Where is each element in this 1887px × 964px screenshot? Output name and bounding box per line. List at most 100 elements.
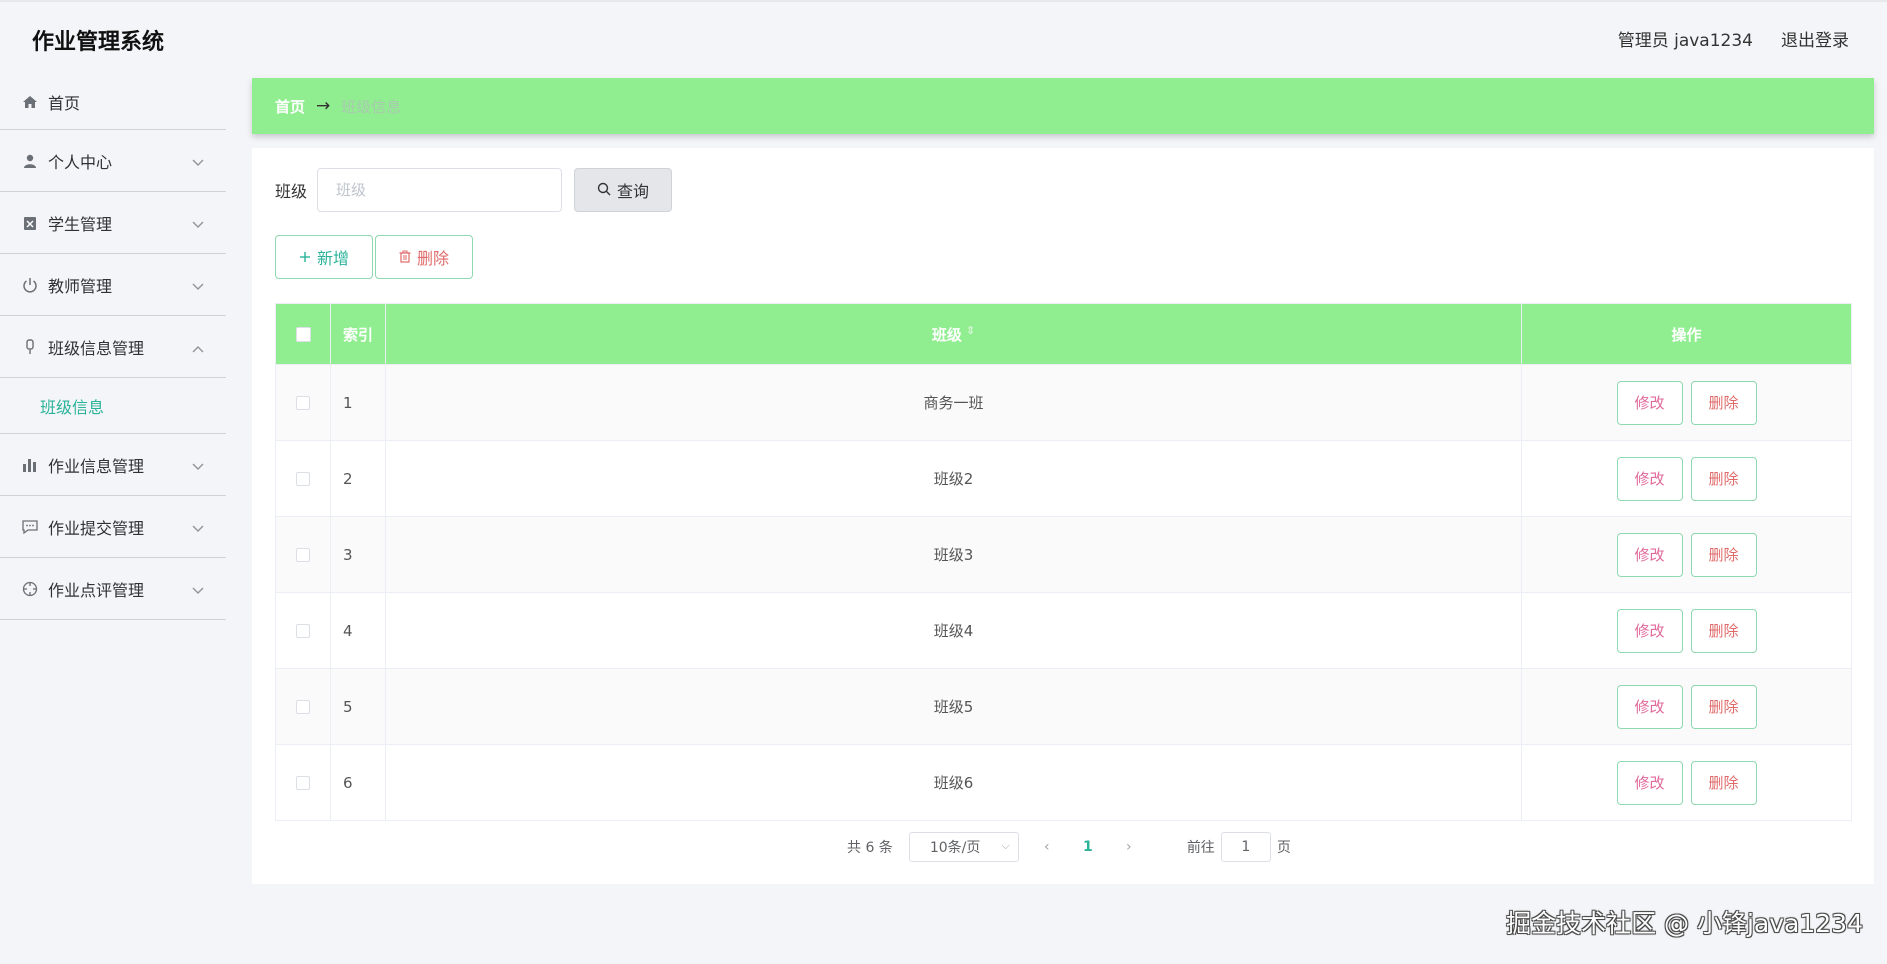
user-label[interactable]: 管理员 java1234 [1618,26,1753,51]
prev-page-button[interactable]: ‹ [1029,839,1065,855]
row-checkbox-cell [276,517,331,592]
delete-button[interactable]: 删除 [1690,532,1757,577]
goto-suffix: 页 [1276,840,1291,856]
row-actions: 修改 删除 [1522,669,1851,744]
row-actions: 修改 删除 [1522,517,1851,592]
sidebar-item-homework-review[interactable]: 作业点评管理 [0,558,226,620]
logout-link[interactable]: 退出登录 [1781,26,1849,51]
breadcrumb: 首页 → 班级信息 [252,78,1874,134]
sidebar-item-homework-submit[interactable]: 作业提交管理 [0,496,226,558]
sort-icon[interactable]: ⇕ [966,324,975,337]
table-row: 1 商务一班 修改 删除 [276,364,1851,440]
table-row: 2 班级2 修改 删除 [276,440,1851,516]
row-actions: 修改 删除 [1522,441,1851,516]
row-class-name: 班级3 [386,517,1522,592]
chevron-down-icon [192,276,204,295]
sidebar-item-teachers[interactable]: 教师管理 [0,254,226,316]
row-class-name: 班级5 [386,669,1522,744]
delete-button[interactable]: 删除 [1690,760,1757,805]
select-all-checkbox[interactable] [295,326,311,342]
action-row: 新增 删除 [275,235,473,279]
column-header-actions: 操作 [1671,325,1702,344]
bar-chart-icon [22,457,38,473]
row-actions: 修改 删除 [1522,365,1851,440]
chevron-down-icon: ⌵ [1001,839,1010,852]
power-icon [22,277,38,293]
edit-button[interactable]: 修改 [1616,684,1683,729]
search-input[interactable] [317,168,563,212]
pagination-total: 共 6 条 [847,840,893,856]
sidebar-item-students[interactable]: 学生管理 [0,192,226,254]
delete-button[interactable]: 删除 [1690,456,1757,501]
row-checkbox[interactable] [296,395,310,410]
next-page-button[interactable]: › [1111,839,1147,855]
chat-icon [22,519,38,535]
app-title: 作业管理系统 [32,30,165,55]
row-class-name: 班级6 [386,745,1522,820]
row-class-name: 商务一班 [386,365,1522,440]
sidebar-item-label: 个人中心 [48,152,113,172]
table-row: 4 班级4 修改 删除 [276,592,1851,668]
edit-button[interactable]: 修改 [1616,532,1683,577]
delete-button[interactable]: 删除 [1690,380,1757,425]
add-button-label: 新增 [316,249,349,268]
row-checkbox[interactable] [296,623,310,638]
search-label: 班级 [275,182,308,201]
breadcrumb-home[interactable]: 首页 [275,96,305,117]
row-checkbox[interactable] [296,775,310,790]
page-size-select[interactable]: 10条/页 ⌵ [908,832,1019,862]
table-body: 1 商务一班 修改 删除 2 班级2 修改 删除 3 班级3 修改 删除 4 班… [276,364,1851,820]
chevron-down-icon [192,214,204,233]
sidebar-item-home[interactable]: 首页 [0,74,226,130]
column-header-class[interactable]: 班级 ⇕ [386,304,1522,364]
delete-button[interactable]: 删除 [1690,608,1757,653]
row-checkbox-cell [276,745,331,820]
batch-delete-button[interactable]: 删除 [375,235,473,279]
edit-button[interactable]: 修改 [1616,456,1683,501]
row-index: 5 [331,669,386,744]
row-checkbox-cell [276,441,331,516]
row-checkbox-cell [276,365,331,440]
sidebar-item-profile[interactable]: 个人中心 [0,130,226,192]
sidebar-item-label: 作业提交管理 [48,518,145,538]
top-right-menu: 管理员 java1234 退出登录 [1618,26,1849,51]
page-number-current[interactable]: 1 [1075,839,1101,855]
delete-button[interactable]: 删除 [1690,684,1757,729]
sidebar-item-class-management[interactable]: 班级信息管理 [0,316,226,378]
microphone-icon [22,338,38,355]
top-bar: 作业管理系统 管理员 java1234 退出登录 [0,0,1887,74]
goto-prefix: 前往 [1186,840,1215,856]
plus-icon [299,248,311,267]
sidebar: 首页 个人中心 学生管理 教师管理 班级信息管理 班级信息 作业信息管理 作业提… [0,74,226,620]
row-checkbox[interactable] [296,547,310,562]
chevron-down-icon [192,518,204,537]
batch-delete-label: 删除 [416,249,449,268]
add-button[interactable]: 新增 [275,235,373,279]
row-checkbox[interactable] [296,471,310,486]
table-row: 6 班级6 修改 删除 [276,744,1851,820]
column-header-class-label: 班级 [931,326,962,344]
pagination: 共 6 条 10条/页 ⌵ ‹ 1 › 前往 页 [847,832,1291,862]
query-button[interactable]: 查询 [574,168,673,212]
query-button-label: 查询 [617,182,650,201]
watermark: 掘金技术社区 @ 小锋java1234 [1506,909,1863,938]
row-index: 4 [331,593,386,668]
class-table: 索引 班级 ⇕ 操作 1 商务一班 修改 删除 2 班级2 修改 删除 3 班级… [275,303,1852,821]
breadcrumb-current: 班级信息 [341,97,402,116]
row-index: 2 [331,441,386,516]
header-checkbox-cell [276,304,331,364]
edit-button[interactable]: 修改 [1616,608,1683,653]
chevron-down-icon [192,152,204,171]
edit-button[interactable]: 修改 [1616,380,1683,425]
sidebar-item-homework-info[interactable]: 作业信息管理 [0,434,226,496]
sidebar-subitem-class-info[interactable]: 班级信息 [0,378,226,434]
goto-page-input[interactable] [1220,832,1271,862]
sidebar-item-label: 班级信息管理 [48,338,145,358]
edit-button[interactable]: 修改 [1616,760,1683,805]
row-actions: 修改 删除 [1522,593,1851,668]
search-row: 班级 查询 [275,168,673,212]
main-panel: 班级 查询 新增 删除 索引 [252,148,1874,884]
row-checkbox-cell [276,669,331,744]
row-checkbox[interactable] [296,699,310,714]
sidebar-item-label: 教师管理 [48,276,113,296]
